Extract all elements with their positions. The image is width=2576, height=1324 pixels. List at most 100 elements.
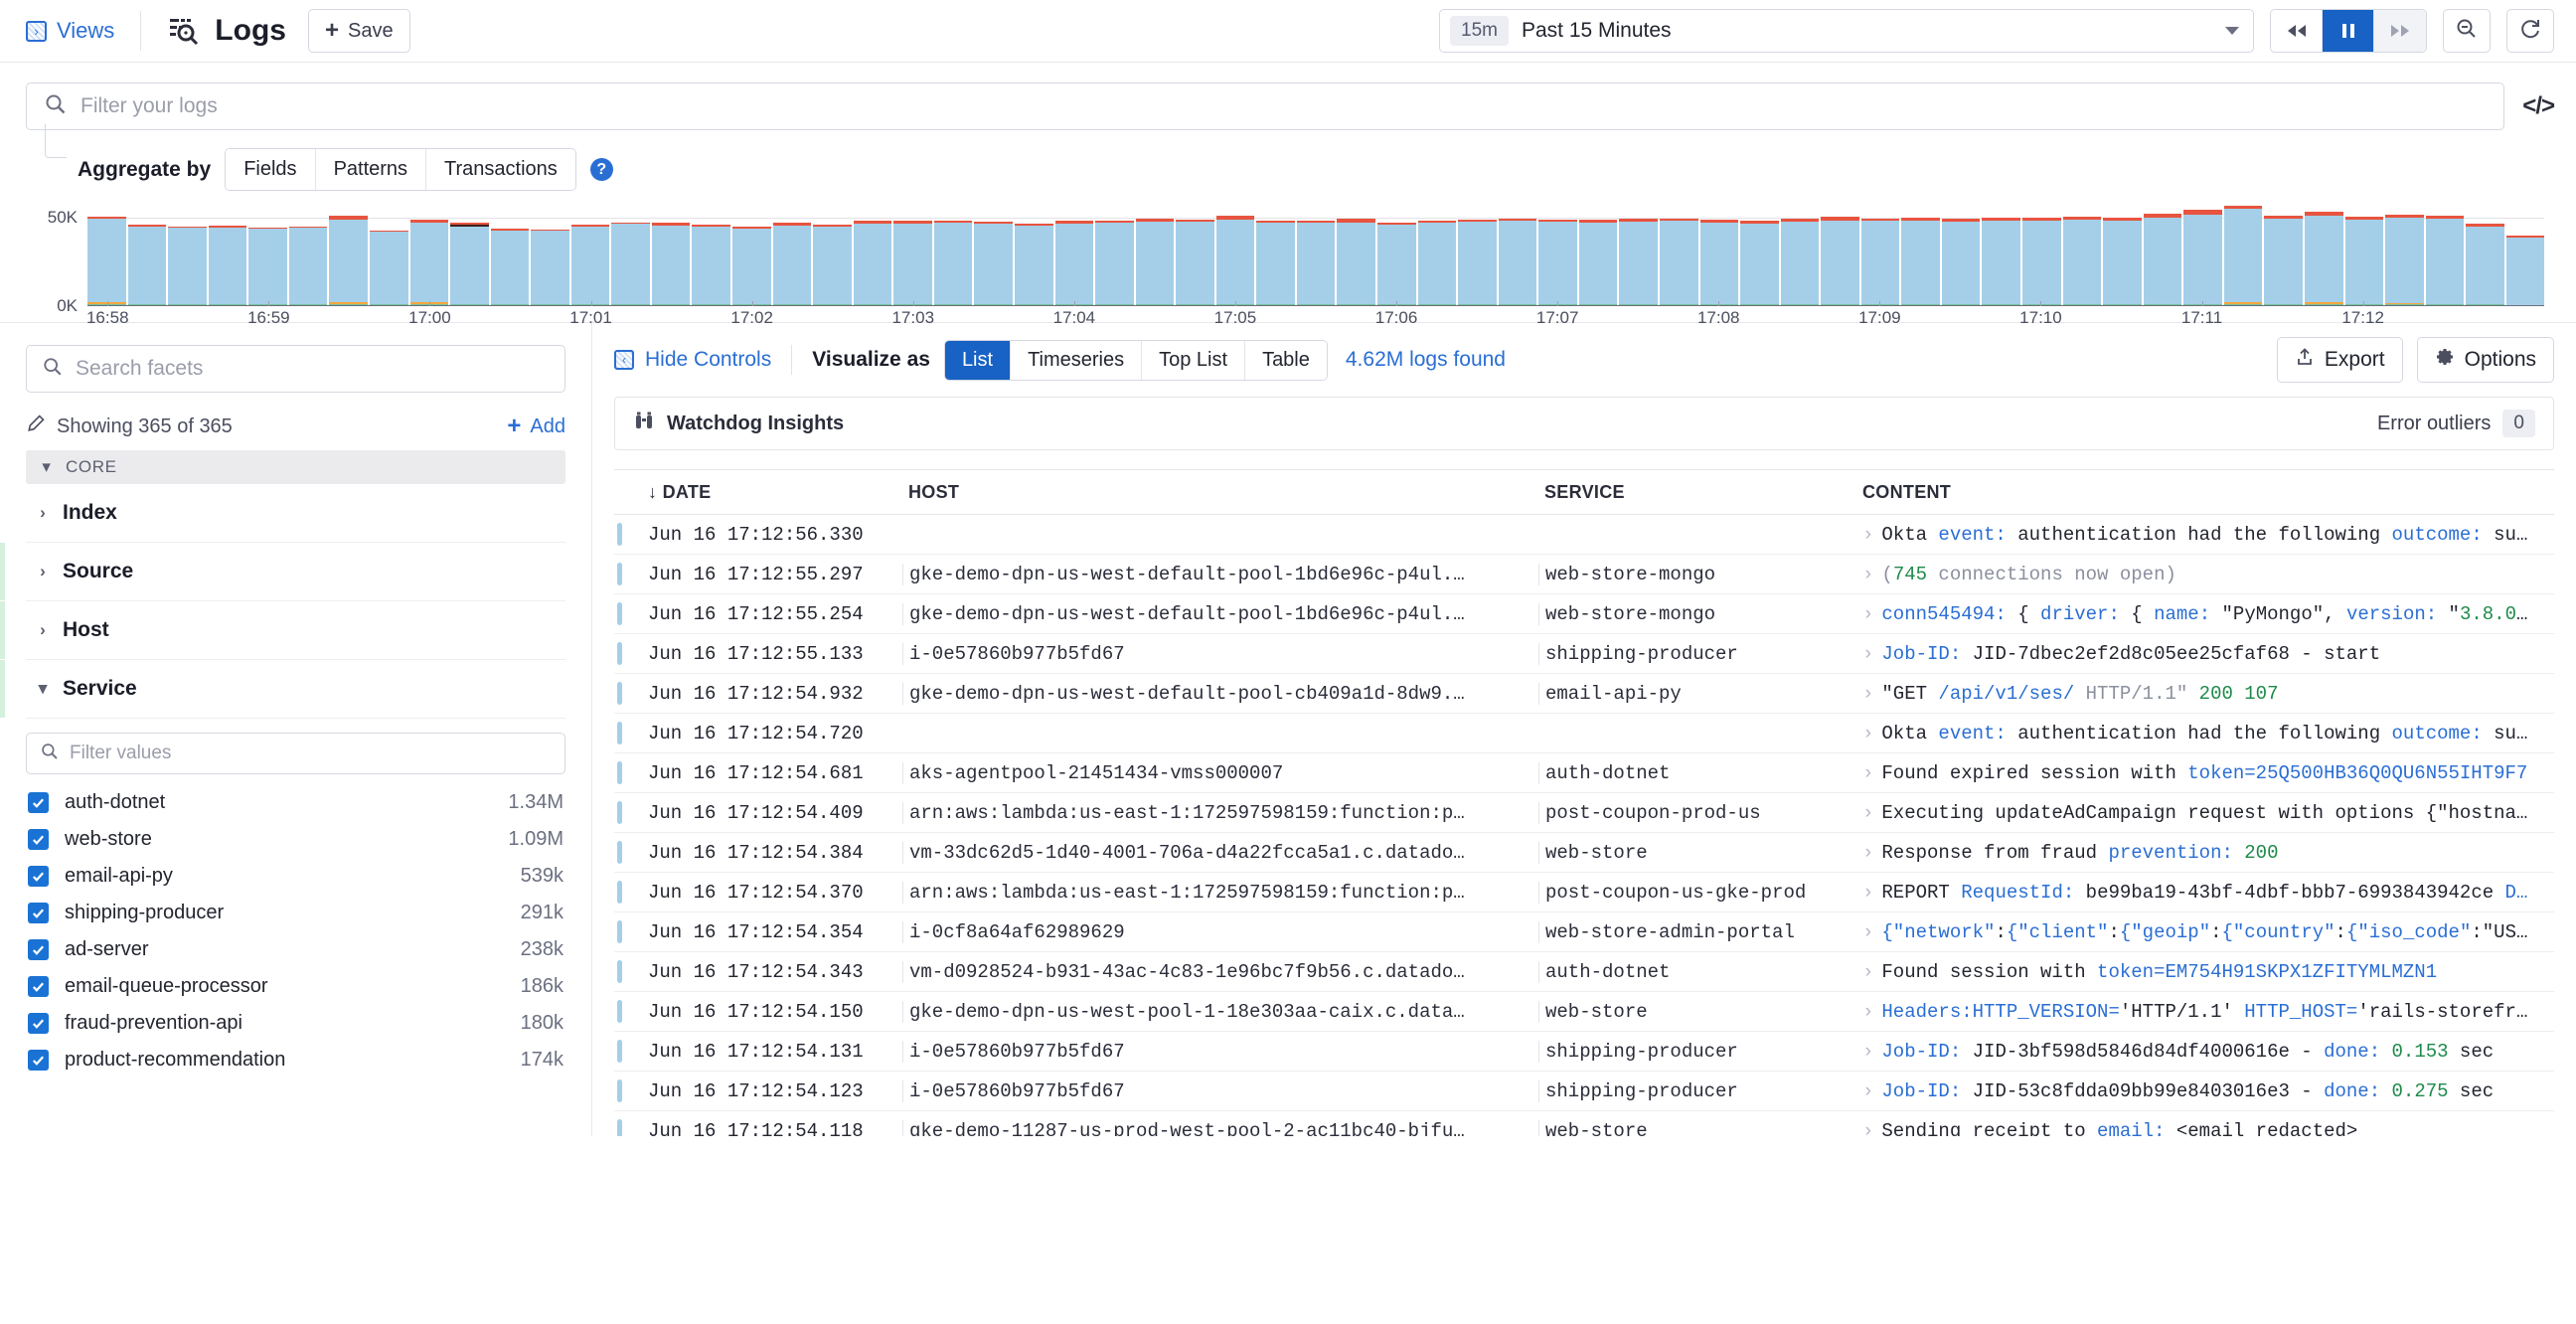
expand-row-icon[interactable]: › bbox=[1862, 961, 1873, 983]
table-row[interactable]: Jun 16 17:12:54.131 i-0e57860b977b5fd67 sh… bbox=[614, 1032, 2554, 1072]
checkbox-checked-icon[interactable] bbox=[28, 903, 49, 923]
expand-row-icon[interactable]: › bbox=[1862, 723, 1873, 745]
table-row[interactable]: Jun 16 17:12:54.932 gke-demo-dpn-us-west-… bbox=[614, 674, 2554, 714]
histogram-bar[interactable] bbox=[1538, 219, 1577, 305]
expand-row-icon[interactable]: › bbox=[1862, 603, 1873, 625]
zoom-out-button[interactable] bbox=[2443, 9, 2491, 53]
table-row[interactable]: Jun 16 17:12:56.330 › Okta event: authenti… bbox=[614, 515, 2554, 555]
histogram-bar[interactable] bbox=[1337, 219, 1375, 305]
histogram-bar[interactable] bbox=[450, 223, 489, 305]
facet-search-box[interactable] bbox=[26, 345, 565, 393]
histogram-bar[interactable] bbox=[2425, 216, 2465, 305]
histogram-bar[interactable] bbox=[168, 226, 207, 305]
histogram-bar[interactable] bbox=[1901, 217, 1940, 305]
histogram-bar[interactable] bbox=[1256, 220, 1295, 305]
table-row[interactable]: Jun 16 17:12:55.297 gke-demo-dpn-us-west-… bbox=[614, 555, 2554, 594]
facet-group-source[interactable]: › Source bbox=[0, 543, 565, 601]
facet-value-row[interactable]: product-recommendation 174k bbox=[26, 1042, 565, 1078]
histogram-bar[interactable] bbox=[692, 225, 730, 305]
viz-option-top-list[interactable]: Top List bbox=[1142, 340, 1246, 380]
histogram-bar[interactable] bbox=[409, 219, 449, 305]
facet-values-input[interactable] bbox=[70, 743, 551, 764]
histogram-plot-area[interactable]: 50K 0K bbox=[48, 205, 2545, 315]
histogram-bar[interactable] bbox=[853, 221, 892, 305]
pencil-icon[interactable] bbox=[26, 414, 45, 438]
table-row[interactable]: Jun 16 17:12:54.384 vm-33dc62d5-1d40-4001… bbox=[614, 833, 2554, 873]
histogram-bar[interactable] bbox=[490, 228, 530, 305]
expand-row-icon[interactable]: › bbox=[1862, 842, 1873, 864]
histogram-bar[interactable] bbox=[1578, 219, 1618, 305]
table-row[interactable]: Jun 16 17:12:54.150 gke-demo-dpn-us-west-… bbox=[614, 992, 2554, 1032]
checkbox-checked-icon[interactable] bbox=[28, 866, 49, 887]
facet-value-row[interactable]: fraud-prevention-api 180k bbox=[26, 1005, 565, 1042]
code-brackets-icon[interactable]: </> bbox=[2522, 92, 2555, 120]
column-header-service[interactable]: SERVICE bbox=[1538, 482, 1856, 503]
histogram-bar[interactable] bbox=[1699, 220, 1739, 305]
histogram-bar[interactable] bbox=[2103, 218, 2142, 305]
pause-button[interactable] bbox=[2323, 10, 2374, 52]
histogram-bar[interactable] bbox=[933, 220, 973, 305]
viz-option-table[interactable]: Table bbox=[1245, 340, 1327, 380]
histogram-bar[interactable] bbox=[248, 227, 287, 305]
histogram-bar[interactable] bbox=[651, 222, 691, 305]
table-row[interactable]: Jun 16 17:12:54.354 i-0cf8a64af62989629 we… bbox=[614, 912, 2554, 952]
expand-row-icon[interactable]: › bbox=[1862, 921, 1873, 943]
log-search-box[interactable] bbox=[26, 83, 2505, 130]
histogram-bar[interactable] bbox=[2344, 216, 2384, 305]
column-header-host[interactable]: HOST bbox=[902, 482, 1538, 503]
histogram-bar[interactable] bbox=[2466, 223, 2504, 305]
histogram-bar[interactable] bbox=[2304, 211, 2343, 305]
facet-value-row[interactable]: auth-dotnet 1.34M bbox=[26, 784, 565, 821]
histogram-bar[interactable] bbox=[1458, 219, 1497, 305]
aggregate-option-fields[interactable]: Fields bbox=[226, 149, 316, 190]
time-range-picker[interactable]: 15m Past 15 Minutes bbox=[1439, 9, 2254, 53]
facet-value-row[interactable]: web-store 1.09M bbox=[26, 821, 565, 858]
histogram-bar[interactable] bbox=[772, 223, 812, 305]
histogram-bar[interactable] bbox=[1014, 223, 1053, 305]
expand-row-icon[interactable]: › bbox=[1862, 643, 1873, 665]
table-row[interactable]: Jun 16 17:12:54.681 aks-agentpool-2145143… bbox=[614, 753, 2554, 793]
fast-forward-button[interactable] bbox=[2374, 10, 2426, 52]
facet-value-row[interactable]: email-queue-processor 186k bbox=[26, 968, 565, 1005]
table-row[interactable]: Jun 16 17:12:54.123 i-0e57860b977b5fd67 sh… bbox=[614, 1072, 2554, 1111]
facet-value-row[interactable]: shipping-producer 291k bbox=[26, 895, 565, 931]
histogram-bar[interactable] bbox=[288, 226, 328, 305]
save-button[interactable]: + Save bbox=[307, 9, 410, 53]
histogram-bar[interactable] bbox=[87, 216, 126, 305]
histogram-bar[interactable] bbox=[1377, 222, 1416, 305]
expand-row-icon[interactable]: › bbox=[1862, 1120, 1873, 1137]
table-row[interactable]: Jun 16 17:12:54.370 arn:aws:lambda:us-eas… bbox=[614, 873, 2554, 912]
facet-value-row[interactable]: email-api-py 539k bbox=[26, 858, 565, 895]
column-header-content[interactable]: CONTENT bbox=[1856, 482, 2554, 503]
histogram-bar[interactable] bbox=[974, 222, 1013, 305]
histogram-bar[interactable] bbox=[1054, 221, 1094, 305]
histogram-bar[interactable] bbox=[2183, 210, 2222, 305]
histogram-bar[interactable] bbox=[1780, 219, 1820, 305]
histogram-bar[interactable] bbox=[2223, 206, 2263, 305]
table-row[interactable]: Jun 16 17:12:54.720 › Okta event: authenti… bbox=[614, 714, 2554, 753]
add-facet-button[interactable]: + Add bbox=[507, 414, 565, 438]
facet-group-index[interactable]: › Index bbox=[26, 484, 565, 543]
histogram-bar[interactable] bbox=[369, 230, 408, 305]
histogram-bar[interactable] bbox=[531, 229, 569, 305]
histogram-bar[interactable] bbox=[329, 216, 368, 305]
aggregate-option-patterns[interactable]: Patterns bbox=[315, 149, 427, 190]
column-header-date[interactable]: ↓ DATE bbox=[614, 482, 902, 503]
expand-row-icon[interactable]: › bbox=[1862, 1041, 1873, 1063]
table-row[interactable]: Jun 16 17:12:54.118 gke-demo-11287-us-pro… bbox=[614, 1111, 2554, 1136]
checkbox-checked-icon[interactable] bbox=[28, 792, 49, 813]
histogram-bar[interactable] bbox=[1498, 218, 1537, 305]
logs-found-count[interactable]: 4.62M logs found bbox=[1346, 348, 1506, 372]
options-button[interactable]: Options bbox=[2416, 337, 2554, 383]
viz-option-list[interactable]: List bbox=[944, 340, 1012, 380]
histogram-bar[interactable] bbox=[732, 226, 771, 305]
histogram-bar[interactable] bbox=[1215, 216, 1255, 305]
histogram-bar[interactable] bbox=[2385, 214, 2424, 305]
histogram-bar[interactable] bbox=[1135, 219, 1175, 305]
histogram-bar[interactable] bbox=[2264, 216, 2303, 305]
facet-value-row[interactable]: ad-server 238k bbox=[26, 931, 565, 968]
table-row[interactable]: Jun 16 17:12:54.409 arn:aws:lambda:us-eas… bbox=[614, 793, 2554, 833]
search-input[interactable] bbox=[80, 94, 2487, 118]
expand-row-icon[interactable]: › bbox=[1862, 802, 1873, 824]
histogram-bar[interactable] bbox=[2143, 214, 2182, 305]
